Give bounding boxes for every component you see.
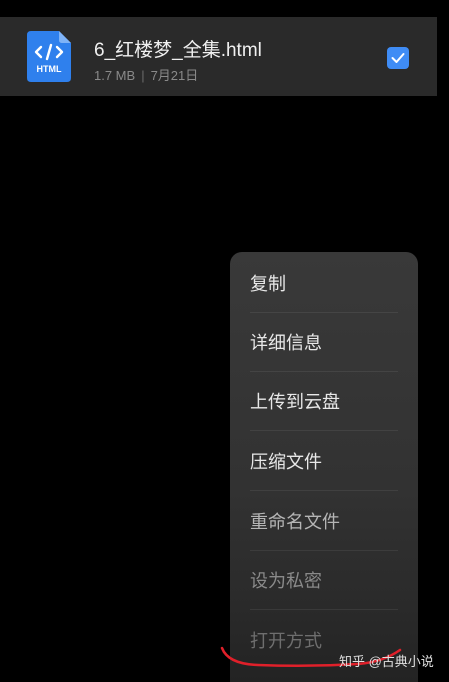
menu-item-compress[interactable]: 压缩文件 bbox=[250, 432, 398, 491]
html-file-icon: HTML bbox=[27, 31, 71, 82]
menu-item-upload-cloud[interactable]: 上传到云盘 bbox=[250, 372, 398, 431]
checkmark-icon bbox=[391, 53, 405, 63]
menu-item-label: 压缩文件 bbox=[250, 452, 322, 472]
watermark: 知乎 @古典小说 bbox=[339, 654, 434, 669]
menu-item-label: 上传到云盘 bbox=[250, 392, 340, 412]
menu-item-label: 详细信息 bbox=[250, 333, 322, 353]
file-row[interactable]: HTML 6_红楼梦_全集.html 1.7 MB | 7月21日 bbox=[0, 17, 437, 96]
menu-item-set-private[interactable]: 设为私密 bbox=[250, 551, 398, 610]
menu-item-label: 重命名文件 bbox=[250, 512, 340, 532]
menu-item-copy[interactable]: 复制 bbox=[250, 254, 398, 313]
menu-item-rename[interactable]: 重命名文件 bbox=[250, 492, 398, 551]
file-icon-label: HTML bbox=[37, 64, 62, 74]
meta-divider: | bbox=[141, 68, 145, 83]
context-menu: 复制 详细信息 上传到云盘 压缩文件 重命名文件 设为私密 打开方式 bbox=[230, 252, 418, 682]
file-date: 7月21日 bbox=[150, 68, 199, 83]
menu-item-label: 设为私密 bbox=[250, 571, 322, 591]
file-name: 6_红楼梦_全集.html bbox=[94, 40, 262, 61]
menu-item-details[interactable]: 详细信息 bbox=[250, 313, 398, 372]
selection-checkbox[interactable] bbox=[387, 47, 409, 69]
menu-item-label: 复制 bbox=[250, 274, 286, 294]
file-meta: 1.7 MB | 7月21日 bbox=[94, 65, 198, 84]
file-size: 1.7 MB bbox=[94, 68, 136, 83]
